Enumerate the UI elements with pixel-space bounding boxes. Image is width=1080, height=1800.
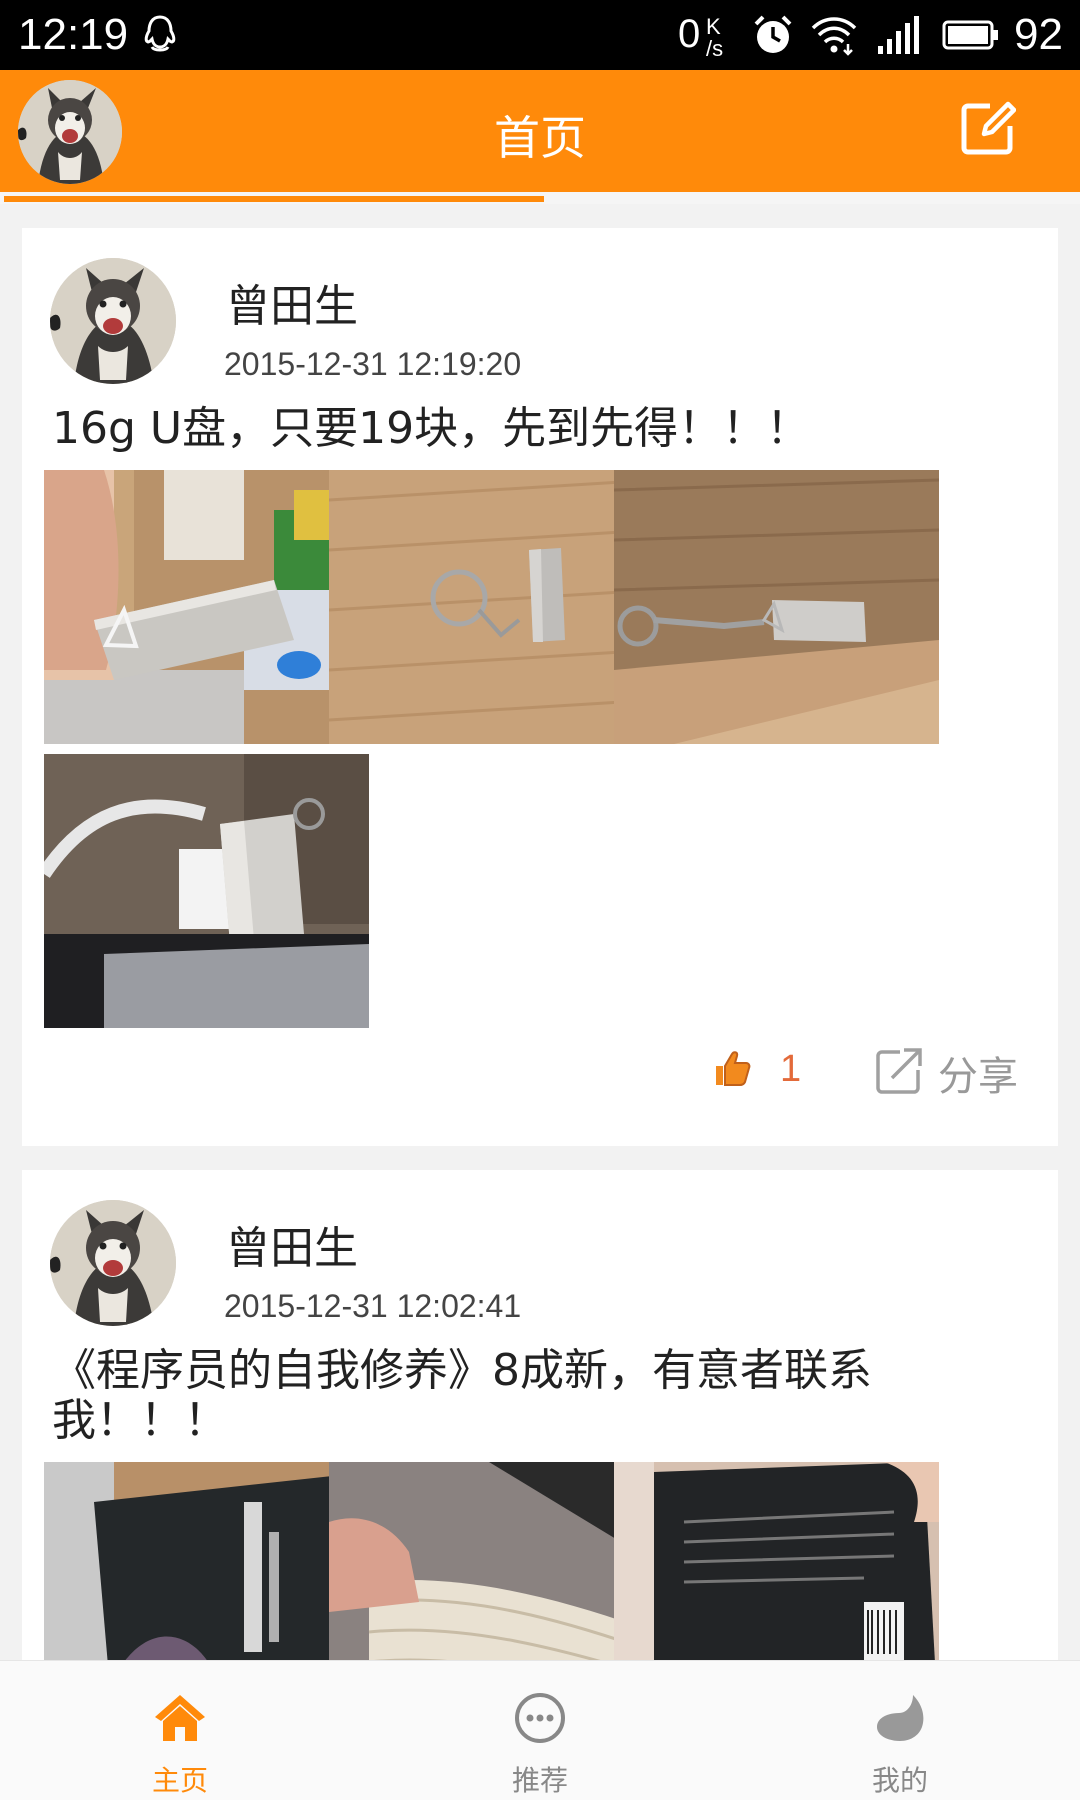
- wifi-icon: [811, 17, 857, 56]
- share-icon[interactable]: [874, 1046, 924, 1096]
- battery-icon: [942, 20, 998, 50]
- home-icon: [155, 1695, 205, 1741]
- thumbs-up-icon[interactable]: [712, 1048, 752, 1088]
- edit-icon[interactable]: [960, 100, 1016, 156]
- like-count: 1: [780, 1048, 802, 1090]
- usb-drive-photo: [329, 470, 654, 744]
- alarm-icon: [754, 15, 792, 53]
- avatar[interactable]: [50, 1200, 176, 1326]
- status-bar: 12:19 0 K/s 92: [0, 0, 1080, 70]
- qq-icon: [144, 15, 176, 52]
- battery-level: 92: [1014, 10, 1063, 59]
- post-image[interactable]: [614, 470, 939, 744]
- post-image[interactable]: [329, 470, 654, 744]
- nav-label-recommend: 推荐: [511, 1764, 568, 1797]
- husky-avatar-image: [50, 1200, 176, 1326]
- network-speed-unit: K/s: [706, 14, 724, 61]
- signal-icon: [878, 16, 919, 54]
- post-time: 2015-12-31 12:02:41: [224, 1288, 522, 1324]
- nav-label-mine: 我的: [871, 1764, 928, 1797]
- usb-drive-photo: [44, 470, 369, 744]
- husky-avatar-image: [50, 258, 176, 384]
- profile-blob-icon: [877, 1695, 924, 1741]
- post-text: 16g U盘，只要19块，先到先得！！！: [52, 403, 811, 454]
- nav-item-recommend[interactable]: 推荐: [360, 1661, 720, 1800]
- share-button[interactable]: 分享: [938, 1044, 1018, 1102]
- network-speed-value: 0: [678, 12, 701, 56]
- avatar[interactable]: [50, 258, 176, 384]
- post-card[interactable]: 曾田生 2015-12-31 12:19:20 16g U盘，只要19块，先到先…: [22, 228, 1058, 1146]
- post-image[interactable]: [44, 754, 369, 1028]
- screen: 12:19 0 K/s 92 首页 曾田生 2015-12-31 12:19:2…: [0, 0, 1080, 1800]
- post-author[interactable]: 曾田生: [226, 270, 358, 334]
- status-time: 12:19: [18, 10, 129, 59]
- tab-indicator: [4, 196, 544, 202]
- post-text: 《程序员的自我修养》8成新，有意者联系我！！！: [52, 1345, 872, 1446]
- post-author[interactable]: 曾田生: [226, 1212, 358, 1276]
- chat-bubble-icon: [515, 1693, 565, 1743]
- bottom-navigation: 主页 推荐 我的: [0, 1660, 1080, 1800]
- page-title: 首页: [494, 111, 586, 165]
- usb-drive-photo: [614, 470, 939, 744]
- post-image[interactable]: [44, 470, 369, 744]
- usb-drive-photo: [44, 754, 369, 1028]
- post-time: 2015-12-31 12:19:20: [224, 346, 522, 382]
- nav-item-mine[interactable]: 我的: [720, 1661, 1080, 1800]
- app-header: 首页: [0, 70, 1080, 192]
- nav-label-home: 主页: [151, 1764, 208, 1797]
- nav-item-home[interactable]: 主页: [0, 1661, 360, 1800]
